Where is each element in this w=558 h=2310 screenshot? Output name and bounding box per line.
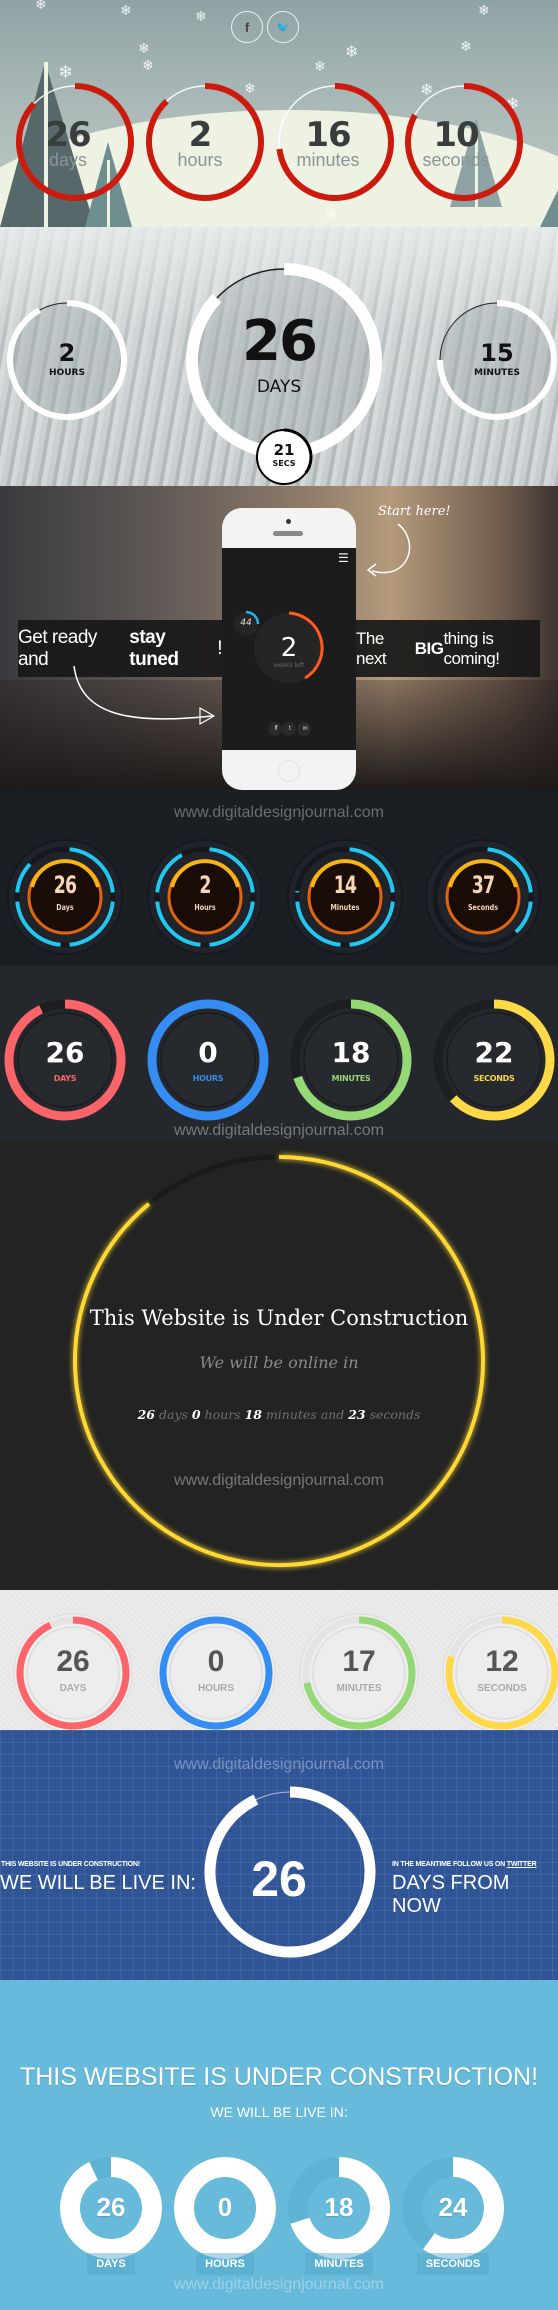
light-value: 0 <box>207 1645 225 1678</box>
days-value: 26 <box>251 1851 307 1907</box>
colored-value: 22 <box>474 1036 514 1069</box>
colored-label: SECONDS <box>473 1074 515 1083</box>
site-url: www.digitaldesignjournal.com <box>174 1472 384 1489</box>
hours-value: 2 <box>188 115 213 155</box>
light-value: 26 <box>56 1645 90 1678</box>
site-url: www.digitaldesignjournal.com <box>174 2276 384 2293</box>
light-value: 17 <box>342 1645 376 1678</box>
right-small-text: IN THE MEANTIME FOLLOW US ON TWITTER <box>392 1861 537 1868</box>
hours-value: 2 <box>58 339 76 367</box>
glow-label: Days <box>56 903 74 912</box>
colored-label: MINUTES <box>331 1074 371 1083</box>
minutes-label: minutes <box>296 150 360 170</box>
hours-label: HOURS <box>49 368 85 378</box>
seconds-value: 10 <box>433 115 479 155</box>
right-big-text: DAYS FROM NOW <box>392 1872 510 1917</box>
glow-label: Minutes <box>330 903 360 912</box>
twitter-link[interactable]: TWITTER <box>507 1861 537 1868</box>
left-big-text: WE WILL BE LIVE IN: <box>0 1872 196 1894</box>
glow-value: 26 <box>53 871 77 899</box>
lightblue-label: SECONDS <box>417 2253 489 2275</box>
colored-countdown-section: 26 DAYS 0 HOURS 18 MINUTES 22 SECONDS www.digit… <box>0 966 558 1140</box>
glow-label: Hours <box>194 903 216 912</box>
seconds-label: seconds <box>422 150 490 170</box>
glow-value: 14 <box>333 871 357 899</box>
days-value: 26 <box>242 309 318 374</box>
colored-label: DAYS <box>53 1074 77 1083</box>
days-label: days <box>48 150 88 170</box>
light-countdown-section: 26 DAYS 0 HOURS 17 MINUTES 12 SECONDS <box>0 1590 558 1730</box>
colored-value: 0 <box>198 1036 218 1069</box>
light-label: HOURS <box>197 1683 235 1694</box>
construction-title: This Website is Under Construction <box>89 1306 469 1330</box>
winter-countdown-section: ❄ ❄ ❄ ❄ ❄ ❄ ❄ ❄ ❄ ❄ ❄ ❄ ❄ ❄ f 🐦 26 days … <box>0 0 558 227</box>
blueprint-countdown-section: www.digitaldesignjournal.com THIS WEBSIT… <box>0 1730 558 1980</box>
minutes-value: 16 <box>305 115 351 155</box>
forest-countdown-section: 2 HOURS 26 DAYS 15 MINUTES 21 SECS <box>0 227 558 486</box>
winter-rings <box>16 83 523 201</box>
glow-value: 2 <box>199 871 211 899</box>
days-value: 26 <box>45 115 91 155</box>
colored-label: HOURS <box>192 1074 224 1083</box>
minutes-label: MINUTES <box>474 368 520 378</box>
left-small-text: THIS WEBSITE IS UNDER CONSTRUCTION! <box>1 1861 140 1868</box>
lightblue-value: 26 <box>96 2192 126 2222</box>
light-label: MINUTES <box>336 1683 382 1694</box>
hours-label: hours <box>177 150 223 170</box>
seconds-label: SECS <box>272 459 296 468</box>
lightblue-countdown-section: THIS WEBSITE IS UNDER CONSTRUCTION! WE W… <box>0 1980 558 2310</box>
colored-value: 26 <box>45 1036 85 1069</box>
city-phone-section: Get ready and stay tuned! The next BIG t… <box>0 486 558 790</box>
lightblue-label: DAYS <box>87 2253 135 2275</box>
construction-subtitle: We will be online in <box>199 1353 359 1372</box>
site-url: www.digitaldesignjournal.com <box>174 1122 384 1139</box>
light-label: SECONDS <box>477 1683 527 1694</box>
lightblue-value: 24 <box>438 2192 468 2222</box>
lightblue-value: 18 <box>324 2192 354 2222</box>
seconds-value: 21 <box>273 441 295 459</box>
countdown-text: 26 days 0 hours 18 minutes and 23 second… <box>137 1407 421 1422</box>
days-label: DAYS <box>256 377 302 397</box>
glow-countdown-section: www.digitaldesignjournal.com 26 Days 2 Hour… <box>0 790 558 966</box>
yellow-ring-section: This Website is Under Construction We wi… <box>0 1140 558 1590</box>
colored-value: 18 <box>331 1036 371 1069</box>
lightblue-value: 0 <box>217 2192 233 2222</box>
light-value: 12 <box>485 1645 519 1678</box>
glow-label: Seconds <box>467 903 499 912</box>
doodle-arrows <box>73 523 411 726</box>
lightblue-label: HOURS <box>196 2253 254 2275</box>
glow-value: 37 <box>471 871 495 899</box>
lightblue-label: MINUTES <box>305 2253 373 2275</box>
light-label: DAYS <box>59 1683 87 1694</box>
minutes-value: 15 <box>480 339 514 367</box>
